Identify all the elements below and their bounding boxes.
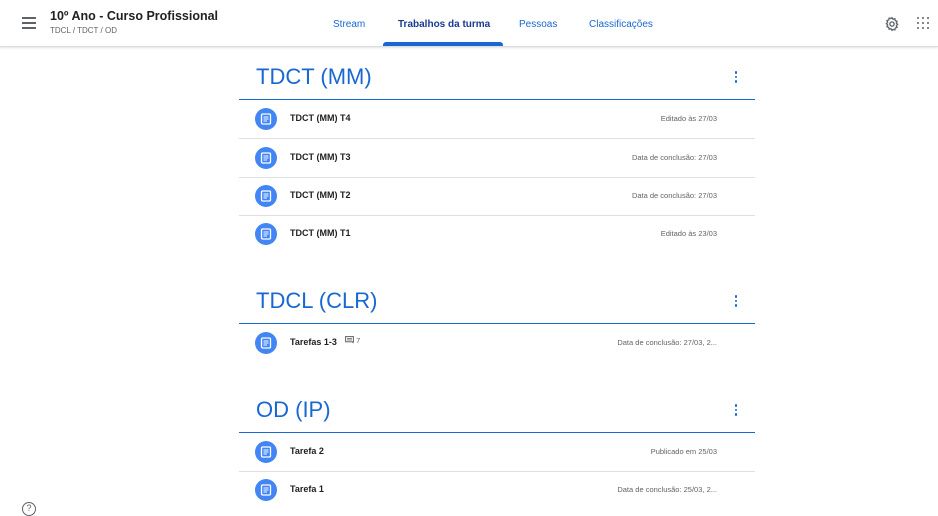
tab-stream[interactable]: Stream (333, 19, 365, 30)
assignment-icon (255, 108, 277, 130)
kebab-icon[interactable] (733, 71, 739, 85)
list-item[interactable]: TDCT (MM) T2 Data de conclusão: 27/03 (239, 177, 755, 216)
tab-classwork[interactable]: Trabalhos da turma (398, 19, 490, 30)
list-item[interactable]: Tarefa 2 Publicado em 25/03 (239, 433, 755, 472)
topic-title: TDCT (MM) (256, 64, 372, 89)
comment-icon (345, 336, 354, 344)
assignment-icon (255, 185, 277, 207)
list-item[interactable]: TDCT (MM) T1 Editado às 23/03 (239, 215, 755, 253)
tab-people[interactable]: Pessoas (519, 19, 557, 30)
class-title[interactable]: 10º Ano - Curso Profissional (50, 9, 218, 23)
list-item[interactable]: Tarefa 1 Data de conclusão: 25/03, 2... (239, 471, 755, 509)
assignment-name: Tarefa 1 (290, 484, 324, 494)
assignment-name: TDCT (MM) T4 (290, 113, 351, 123)
assignment-meta: Data de conclusão: 25/03, 2... (617, 485, 717, 494)
assignment-meta: Data de conclusão: 27/03, 2... (617, 338, 717, 347)
assignment-meta: Publicado em 25/03 (650, 447, 717, 456)
assignment-icon (255, 147, 277, 169)
assignment-name: TDCT (MM) T3 (290, 152, 351, 162)
top-app-bar: 10º Ano - Curso Profissional TDCL / TDCT… (0, 0, 938, 47)
assignment-name: Tarefas 1-3 (290, 337, 337, 347)
assignment-name: TDCT (MM) T1 (290, 228, 351, 238)
class-subtitle: TDCL / TDCT / OD (50, 26, 117, 35)
list-item[interactable]: Tarefas 1-3 7 Data de conclusão: 27/03, … (239, 324, 755, 362)
assignment-icon (255, 441, 277, 463)
comment-count: 7 (345, 336, 360, 345)
gear-icon[interactable] (884, 16, 900, 32)
assignment-icon (255, 332, 277, 354)
assignment-meta: Data de conclusão: 27/03 (631, 153, 717, 162)
assignment-name: Tarefa 2 (290, 446, 324, 456)
assignment-meta: Data de conclusão: 27/03 (631, 191, 717, 200)
list-item[interactable]: TDCT (MM) T3 Data de conclusão: 27/03 (239, 139, 755, 178)
kebab-icon[interactable] (733, 295, 739, 309)
active-tab-indicator (383, 42, 503, 46)
apps-icon[interactable] (917, 17, 929, 29)
assignment-meta: Editado às 23/03 (660, 229, 717, 238)
tab-grades[interactable]: Classificações (589, 19, 653, 30)
topic-title: OD (IP) (256, 397, 331, 422)
help-icon[interactable]: ? (22, 502, 36, 516)
list-item[interactable]: TDCT (MM) T4 Editado às 27/03 (239, 100, 755, 139)
topic-title: TDCL (CLR) (256, 288, 378, 313)
assignment-name: TDCT (MM) T2 (290, 190, 351, 200)
assignment-icon (255, 223, 277, 245)
comment-count-value: 7 (356, 336, 361, 345)
menu-icon[interactable] (22, 17, 36, 29)
assignment-meta: Editado às 27/03 (660, 114, 717, 123)
assignment-icon (255, 479, 277, 501)
kebab-icon[interactable] (733, 404, 739, 418)
